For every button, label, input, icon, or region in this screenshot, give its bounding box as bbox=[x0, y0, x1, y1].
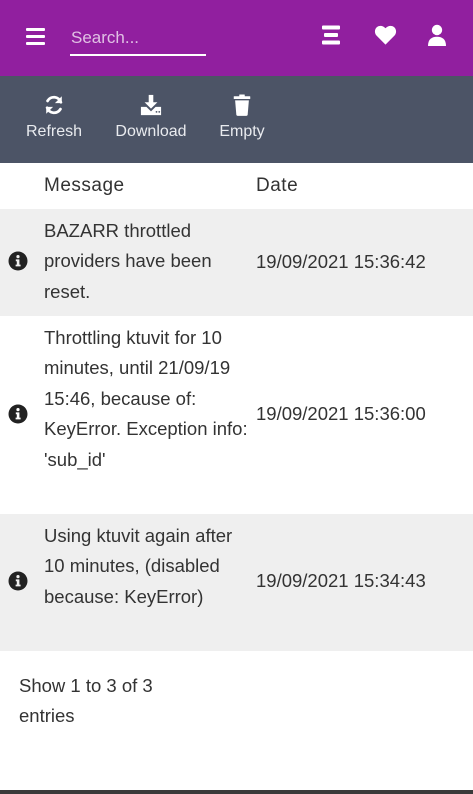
bottom-divider bbox=[0, 790, 473, 794]
toolbar: Refresh Download Empty bbox=[0, 76, 473, 163]
refresh-label: Refresh bbox=[25, 123, 83, 140]
table-row: Using ktuvit again after 10 minutes, (di… bbox=[0, 514, 473, 651]
info-icon bbox=[8, 571, 28, 591]
download-button[interactable]: Download bbox=[110, 94, 192, 150]
download-label: Download bbox=[115, 123, 187, 140]
trash-icon bbox=[233, 94, 251, 116]
row-date: 19/09/2021 15:36:42 bbox=[256, 251, 426, 272]
list-icon[interactable] bbox=[320, 24, 342, 51]
column-header-message[interactable]: Message bbox=[44, 175, 125, 197]
table-header: Message Date bbox=[0, 163, 473, 209]
hamburger-menu-icon[interactable] bbox=[26, 28, 45, 45]
heart-icon[interactable] bbox=[374, 24, 397, 51]
top-navbar bbox=[0, 0, 473, 76]
empty-label: Empty bbox=[219, 123, 265, 140]
row-date: 19/09/2021 15:34:43 bbox=[256, 570, 426, 591]
user-icon[interactable] bbox=[427, 24, 447, 51]
row-date: 19/09/2021 15:36:00 bbox=[256, 403, 426, 424]
table-row: Throttling ktuvit for 10 minutes, until … bbox=[0, 316, 473, 514]
column-header-date[interactable]: Date bbox=[256, 175, 298, 197]
refresh-icon bbox=[45, 95, 63, 115]
empty-button[interactable]: Empty bbox=[214, 94, 270, 150]
search-box bbox=[70, 22, 206, 58]
refresh-button[interactable]: Refresh bbox=[22, 94, 86, 150]
table-entries-info: Show 1 to 3 of 3 entries bbox=[19, 675, 153, 727]
download-icon bbox=[140, 94, 162, 116]
info-icon bbox=[8, 404, 28, 424]
row-message: BAZARR throttled providers have been res… bbox=[44, 220, 212, 302]
row-message: Using ktuvit again after 10 minutes, (di… bbox=[44, 525, 233, 607]
row-message: Throttling ktuvit for 10 minutes, until … bbox=[44, 327, 248, 470]
search-input[interactable] bbox=[70, 22, 206, 56]
table-row: BAZARR throttled providers have been res… bbox=[0, 209, 473, 316]
info-icon bbox=[8, 251, 28, 271]
